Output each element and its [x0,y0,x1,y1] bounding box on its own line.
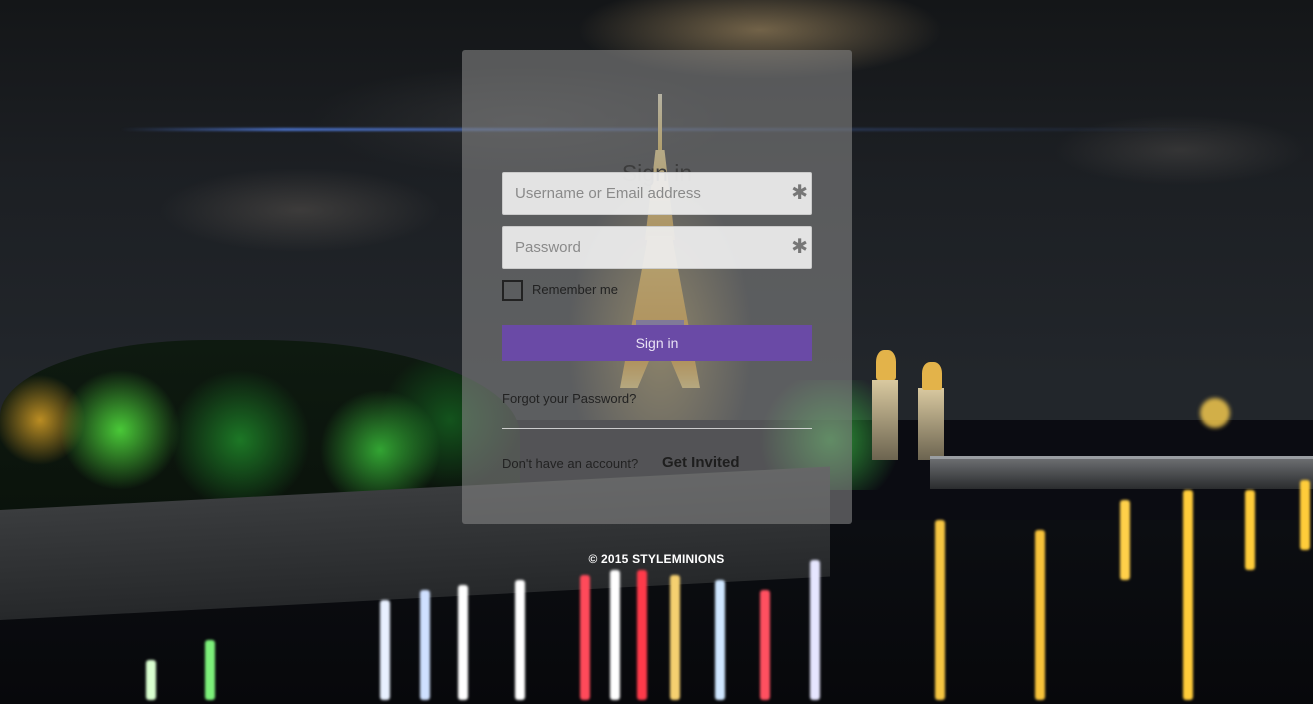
bridge [930,456,1313,489]
golden-statue-right [922,362,942,390]
username-input[interactable] [503,173,795,214]
reflection [515,580,525,700]
reflection [580,575,590,700]
golden-statue-left [876,350,896,380]
required-asterisk-icon: ✱ [791,236,808,258]
remember-me-checkbox[interactable] [502,280,523,301]
copyright-footer: © 2015 STYLEMINIONS [588,552,725,566]
sign-in-button[interactable]: Sign in [502,325,812,361]
reflection [637,570,647,700]
reflection [458,585,468,700]
required-asterisk-icon: ✱ [791,182,808,204]
reflection [610,570,620,700]
reflection [205,640,215,700]
password-field[interactable]: ✱ [502,226,812,269]
reflection [715,580,725,700]
building-light [1200,398,1230,428]
reflection [380,600,390,700]
reflection [670,575,680,700]
bridge-pillar-left [872,380,898,460]
reflection [1120,500,1130,580]
username-field[interactable]: ✱ [502,172,812,215]
password-input[interactable] [503,227,795,268]
bridge-pillar-right [918,388,944,460]
reflection [146,660,156,700]
get-invited-link[interactable]: Get Invited [662,454,740,471]
reflection [810,560,820,700]
forgot-password-link[interactable]: Forgot your Password? [502,391,636,406]
no-account-text: Don't have an account? [502,456,639,471]
reflection [760,590,770,700]
remember-me-label[interactable]: Remember me [532,282,618,297]
reflection [1300,480,1310,550]
reflection [935,520,945,700]
divider [502,428,812,429]
reflection [1183,490,1193,700]
login-panel: Sign in ✱ ✱ Remember me Sign in Forgot y… [462,50,852,524]
reflection [420,590,430,700]
